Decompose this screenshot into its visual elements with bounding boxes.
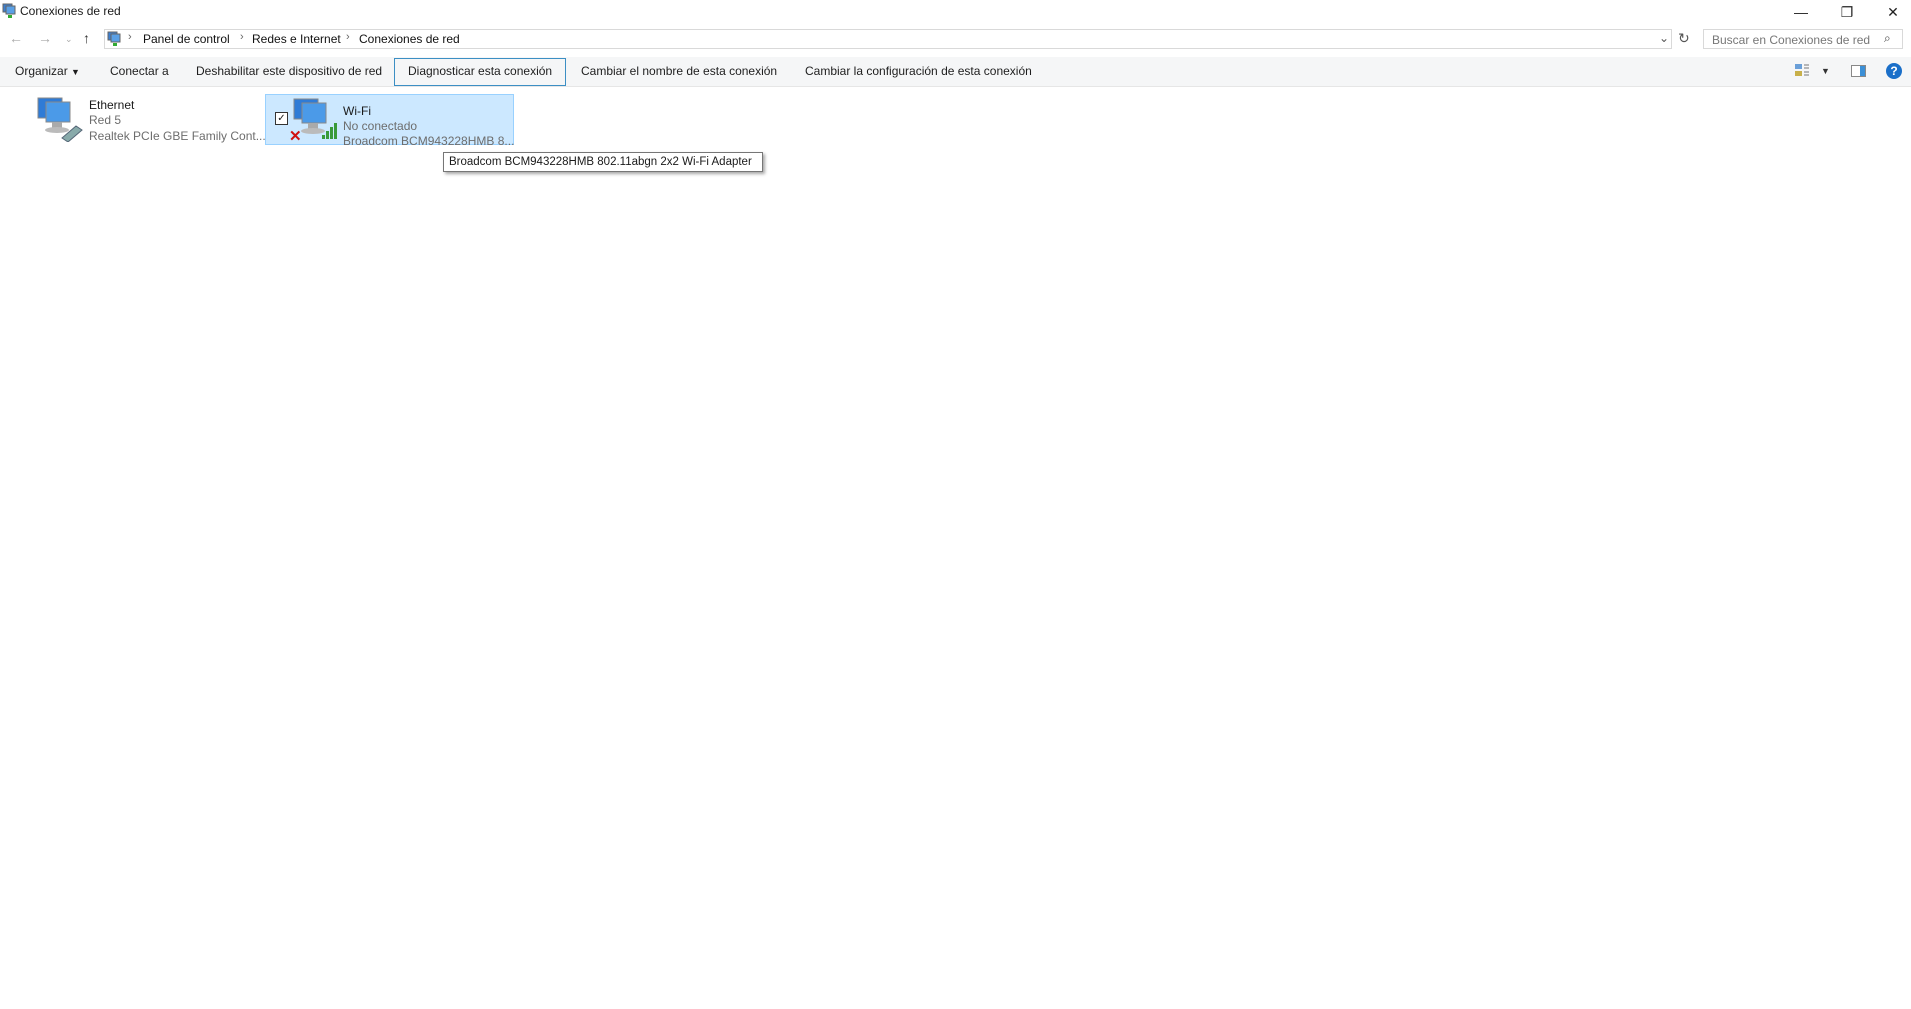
connection-name: Wi-Fi [343, 104, 371, 118]
connection-status: Red 5 [89, 113, 122, 127]
dropdown-arrow-icon: ▼ [71, 67, 80, 77]
forward-button[interactable]: → [38, 30, 52, 46]
breadcrumb-separator-icon: › [240, 31, 244, 43]
change-settings-button[interactable]: Cambiar la configuración de esta conexió… [805, 64, 1032, 78]
organize-button[interactable]: Organizar ▼ [15, 64, 80, 78]
refresh-icon[interactable]: ↻ [1678, 30, 1690, 47]
breadcrumb-redes-e-internet[interactable]: Redes e Internet [252, 32, 341, 46]
connection-status: No conectado [343, 119, 418, 133]
control-panel-icon [107, 31, 121, 46]
minimize-button[interactable]: — [1778, 0, 1824, 24]
connection-name: Ethernet [89, 98, 135, 112]
breadcrumb-panel-de-control[interactable]: Panel de control [143, 32, 230, 46]
ethernet-adapter-icon [37, 97, 83, 142]
close-button[interactable]: ✕ [1870, 0, 1911, 24]
preview-pane-icon[interactable] [1851, 65, 1866, 77]
help-icon[interactable]: ? [1886, 63, 1902, 79]
view-dropdown-arrow-icon[interactable]: ▼ [1821, 66, 1830, 76]
disconnected-x-icon: ✕ [289, 128, 302, 145]
connection-item-wifi[interactable]: ✓ ✕ Wi-Fi No conectado Broadcom BCM94322… [265, 94, 515, 148]
breadcrumb-conexiones-de-red[interactable]: Conexiones de red [359, 32, 460, 46]
back-button[interactable]: ← [9, 30, 23, 46]
breadcrumb-separator-icon: › [346, 31, 350, 43]
search-input[interactable]: Buscar en Conexiones de red [1703, 29, 1903, 49]
diagnose-button[interactable]: Diagnosticar esta conexión [408, 64, 552, 78]
window-title: Conexiones de red [20, 4, 121, 18]
title-bar: Conexiones de red — ❐ ✕ [0, 0, 1911, 26]
disable-device-button[interactable]: Deshabilitar este dispositivo de red [196, 64, 382, 78]
connection-item-ethernet[interactable]: Ethernet Red 5 Realtek PCIe GBE Family C… [30, 94, 266, 145]
connection-adapter: Broadcom BCM943228HMB 8... [343, 134, 515, 148]
connection-adapter: Realtek PCIe GBE Family Cont... [89, 129, 266, 143]
recent-locations-chevron-icon[interactable]: ⌄ [65, 34, 73, 45]
restore-button[interactable]: ❐ [1824, 0, 1870, 24]
change-view-icon[interactable] [1795, 64, 1811, 78]
rename-button[interactable]: Cambiar el nombre de esta conexión [581, 64, 777, 78]
selection-checkbox[interactable]: ✓ [275, 112, 288, 125]
connect-to-button[interactable]: Conectar a [110, 64, 169, 78]
search-placeholder: Buscar en Conexiones de red [1712, 33, 1871, 47]
address-dropdown-chevron-icon[interactable]: ⌄ [1659, 31, 1669, 45]
breadcrumb-separator-icon: › [128, 31, 132, 43]
up-button[interactable]: ↑ [83, 30, 90, 46]
network-connections-icon [2, 3, 16, 18]
search-icon[interactable]: ⌕ [1884, 31, 1891, 46]
adapter-tooltip: Broadcom BCM943228HMB 802.11abgn 2x2 Wi-… [443, 152, 763, 172]
organize-label: Organizar [15, 64, 68, 78]
